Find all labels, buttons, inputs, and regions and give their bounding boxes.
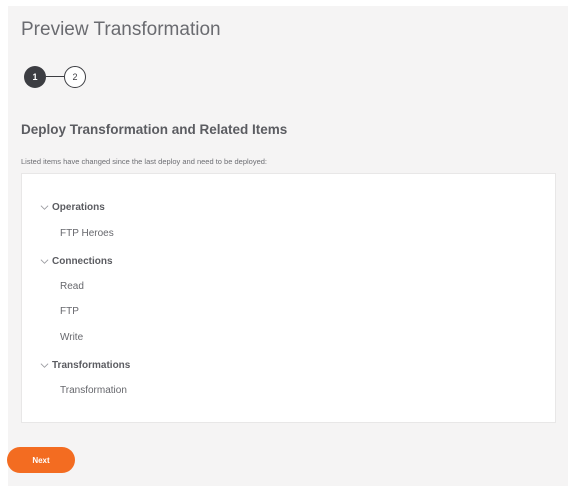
page-title: Preview Transformation (21, 19, 221, 40)
group-label: Connections (52, 256, 113, 267)
list-item: Read (60, 281, 84, 292)
next-button[interactable]: Next (7, 447, 75, 473)
step-connector (46, 76, 64, 77)
group-label: Transformations (52, 360, 131, 371)
group-operations[interactable]: Operations (40, 202, 105, 213)
group-label: Operations (52, 202, 105, 213)
list-item: FTP (60, 306, 79, 317)
deploy-items-list: Operations FTP Heroes Connections Read F… (21, 173, 556, 423)
section-heading: Deploy Transformation and Related Items (21, 122, 288, 137)
step-2[interactable]: 2 (64, 66, 86, 88)
chevron-down-icon (40, 363, 49, 368)
group-transformations[interactable]: Transformations (40, 360, 130, 371)
step-1[interactable]: 1 (24, 66, 46, 88)
list-item: Transformation (60, 385, 127, 396)
chevron-down-icon (40, 205, 49, 210)
group-connections[interactable]: Connections (40, 256, 113, 267)
list-item: Write (60, 332, 84, 343)
list-item: FTP Heroes (60, 228, 114, 239)
preview-panel: Preview Transformation 1 2 Deploy Transf… (8, 6, 568, 486)
chevron-down-icon (40, 259, 49, 264)
section-note: Listed items have changed since the last… (21, 157, 268, 166)
